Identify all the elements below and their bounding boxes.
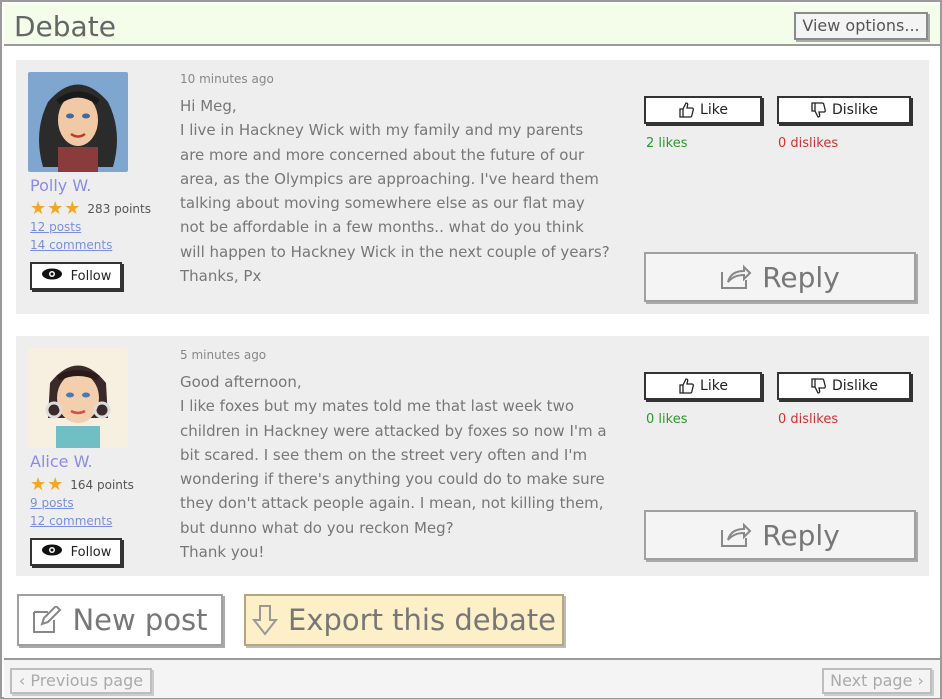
likes-count: 2 likes	[646, 136, 688, 151]
view-options-button[interactable]: View options...	[794, 12, 928, 40]
eye-icon	[41, 544, 63, 560]
previous-page-button[interactable]: ‹ Previous page	[10, 668, 152, 694]
thumbs-down-icon	[811, 378, 826, 394]
reply-label: Reply	[762, 518, 840, 552]
export-debate-button[interactable]: Export this debate	[244, 594, 564, 646]
reply-button[interactable]: Reply	[644, 252, 916, 302]
comments-link[interactable]: 14 comments	[30, 238, 112, 252]
dislike-button[interactable]: Dislike	[777, 96, 911, 124]
like-button[interactable]: Like	[644, 96, 762, 124]
rating-stars: ★ ★ 164 points	[30, 476, 134, 494]
export-label: Export this debate	[288, 603, 556, 637]
star-icon: ★	[30, 474, 47, 495]
post-card: Alice W. ★ ★ 164 points 9 posts 12 comme…	[16, 336, 929, 576]
post-body: Hi Meg, I live in Hackney Wick with my f…	[180, 97, 610, 286]
reply-icon	[721, 522, 752, 547]
post-body: Good afternoon, I like foxes but my mate…	[180, 373, 607, 562]
next-page-button[interactable]: Next page ›	[822, 668, 932, 694]
new-post-label: New post	[72, 603, 208, 637]
avatar	[28, 348, 128, 448]
edit-icon	[33, 606, 62, 633]
star-icon: ★	[47, 474, 64, 495]
eye-icon	[41, 268, 63, 284]
follow-label: Follow	[70, 544, 112, 560]
rating-stars: ★ ★ ★ 283 points	[30, 200, 151, 218]
reply-icon	[721, 264, 752, 289]
like-label: Like	[700, 102, 728, 118]
thumbs-up-icon	[679, 378, 694, 394]
page-title: Debate	[14, 10, 116, 43]
comments-link[interactable]: 12 comments	[30, 514, 112, 528]
avatar	[28, 72, 128, 172]
star-icon: ★	[64, 198, 81, 219]
likes-count: 0 likes	[646, 412, 688, 427]
reply-label: Reply	[762, 260, 840, 294]
username[interactable]: Polly W.	[30, 176, 91, 195]
dislikes-count: 0 dislikes	[778, 136, 839, 151]
dislikes-count: 0 dislikes	[778, 412, 839, 427]
download-arrow-icon	[252, 605, 279, 636]
star-icon: ★	[30, 198, 47, 219]
post-card: Polly W. ★ ★ ★ 283 points 12 posts 14 co…	[16, 60, 929, 314]
like-button[interactable]: Like	[644, 372, 762, 400]
post-timestamp: 10 minutes ago	[180, 72, 274, 86]
follow-label: Follow	[70, 268, 112, 284]
pagination-bar: ‹ Previous page Next page ›	[4, 658, 940, 698]
follow-button[interactable]: Follow	[30, 262, 122, 290]
reply-button[interactable]: Reply	[644, 510, 916, 560]
header-bar: Debate View options...	[4, 4, 940, 46]
new-post-button[interactable]: New post	[17, 594, 223, 646]
points-count: 164 points	[70, 478, 134, 492]
username[interactable]: Alice W.	[30, 452, 93, 471]
debate-window: Debate View options... Polly W. ★ ★ ★ 28…	[0, 0, 942, 699]
follow-button[interactable]: Follow	[30, 538, 122, 566]
thumbs-up-icon	[679, 102, 694, 118]
thumbs-down-icon	[811, 102, 826, 118]
like-label: Like	[700, 378, 728, 394]
points-count: 283 points	[87, 202, 151, 216]
post-timestamp: 5 minutes ago	[180, 348, 267, 362]
dislike-label: Dislike	[832, 378, 878, 394]
star-icon: ★	[47, 198, 64, 219]
posts-link[interactable]: 12 posts	[30, 220, 81, 234]
posts-link[interactable]: 9 posts	[30, 496, 74, 510]
dislike-button[interactable]: Dislike	[777, 372, 911, 400]
dislike-label: Dislike	[832, 102, 878, 118]
